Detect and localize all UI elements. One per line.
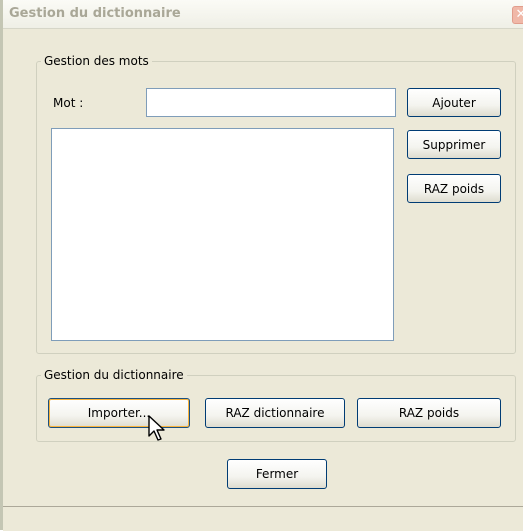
raz-poids-dict-button[interactable]: RAZ poids xyxy=(357,398,501,428)
arrow-pointer-icon xyxy=(148,415,165,441)
dialog-window: Gestion du dictionnaire ✕ Gestion des mo… xyxy=(0,0,523,531)
words-group-legend: Gestion des mots xyxy=(44,54,149,68)
status-bar xyxy=(3,506,523,531)
window-title: Gestion du dictionnaire xyxy=(9,6,181,21)
close-icon[interactable]: ✕ xyxy=(512,6,523,24)
raz-poids-words-button[interactable]: RAZ poids xyxy=(407,174,501,203)
supprimer-button[interactable]: Supprimer xyxy=(407,130,501,159)
mot-input[interactable] xyxy=(146,88,396,117)
ajouter-button[interactable]: Ajouter xyxy=(407,88,501,117)
mot-label: Mot : xyxy=(53,96,84,110)
raz-dictionnaire-button[interactable]: RAZ dictionnaire xyxy=(205,398,345,428)
title-bar[interactable]: Gestion du dictionnaire ✕ xyxy=(3,0,523,29)
dictionary-group-legend: Gestion du dictionnaire xyxy=(44,368,184,382)
word-listbox[interactable] xyxy=(51,128,394,341)
fermer-button[interactable]: Fermer xyxy=(227,459,327,489)
